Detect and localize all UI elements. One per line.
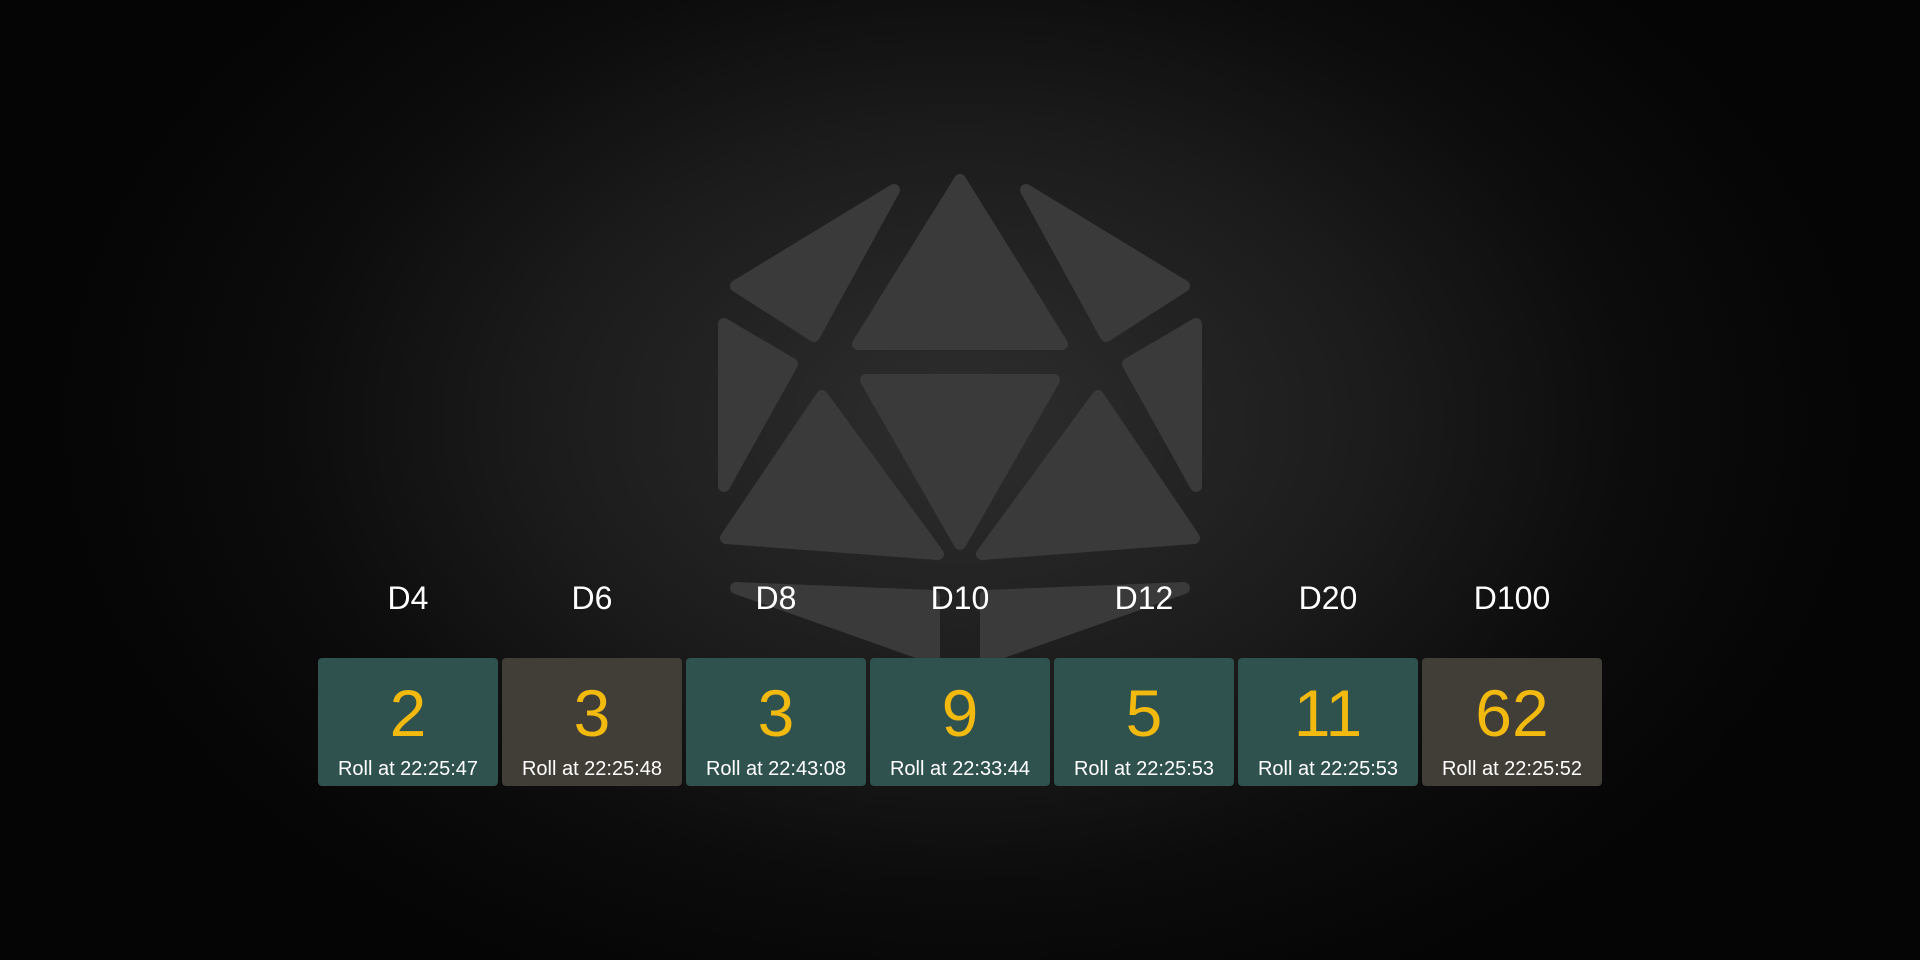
die-value: 9 (941, 676, 979, 750)
die-roll-button-d4[interactable]: 2 Roll at 22:25:47 (318, 658, 498, 786)
roll-timestamp: Roll at 22:25:47 (337, 758, 479, 780)
die-label: D4 (387, 580, 429, 616)
roll-timestamp: Roll at 22:25:53 (1073, 758, 1215, 780)
die-column-d8: D8 3 Roll at 22:43:08 (686, 578, 866, 786)
die-roll-button-d20[interactable]: 11 Roll at 22:25:53 (1238, 658, 1418, 786)
die-label: D20 (1298, 580, 1358, 616)
die-roll-button-d100[interactable]: 62 Roll at 22:25:52 (1422, 658, 1602, 786)
roll-timestamp: Roll at 22:33:44 (889, 758, 1031, 780)
roll-timestamp: Roll at 22:25:52 (1441, 758, 1583, 780)
die-roll-button-d6[interactable]: 3 Roll at 22:25:48 (502, 658, 682, 786)
dice-row: D4 2 Roll at 22:25:47 D6 3 Roll at 22:25… (318, 578, 1602, 786)
die-label: D12 (1114, 580, 1174, 616)
die-value: 5 (1125, 676, 1163, 750)
die-label: D6 (571, 580, 613, 616)
die-roll-button-d12[interactable]: 5 Roll at 22:25:53 (1054, 658, 1234, 786)
roll-timestamp: Roll at 22:43:08 (705, 758, 847, 780)
die-label: D100 (1473, 580, 1551, 616)
die-column-d10: D10 9 Roll at 22:33:44 (870, 578, 1050, 786)
die-value: 3 (573, 676, 611, 750)
die-column-d12: D12 5 Roll at 22:25:53 (1054, 578, 1234, 786)
die-column-d4: D4 2 Roll at 22:25:47 (318, 578, 498, 786)
roll-timestamp: Roll at 22:25:53 (1257, 758, 1399, 780)
roll-timestamp: Roll at 22:25:48 (521, 758, 663, 780)
die-column-d100: D100 62 Roll at 22:25:52 (1422, 578, 1602, 786)
die-value: 11 (1293, 676, 1363, 750)
die-column-d20: D20 11 Roll at 22:25:53 (1238, 578, 1418, 786)
die-label: D8 (755, 580, 797, 616)
die-roll-button-d10[interactable]: 9 Roll at 22:33:44 (870, 658, 1050, 786)
die-value: 3 (757, 676, 795, 750)
die-value: 62 (1475, 676, 1549, 750)
die-value: 2 (389, 676, 427, 750)
die-column-d6: D6 3 Roll at 22:25:48 (502, 578, 682, 786)
die-label: D10 (930, 580, 990, 616)
die-roll-button-d8[interactable]: 3 Roll at 22:43:08 (686, 658, 866, 786)
